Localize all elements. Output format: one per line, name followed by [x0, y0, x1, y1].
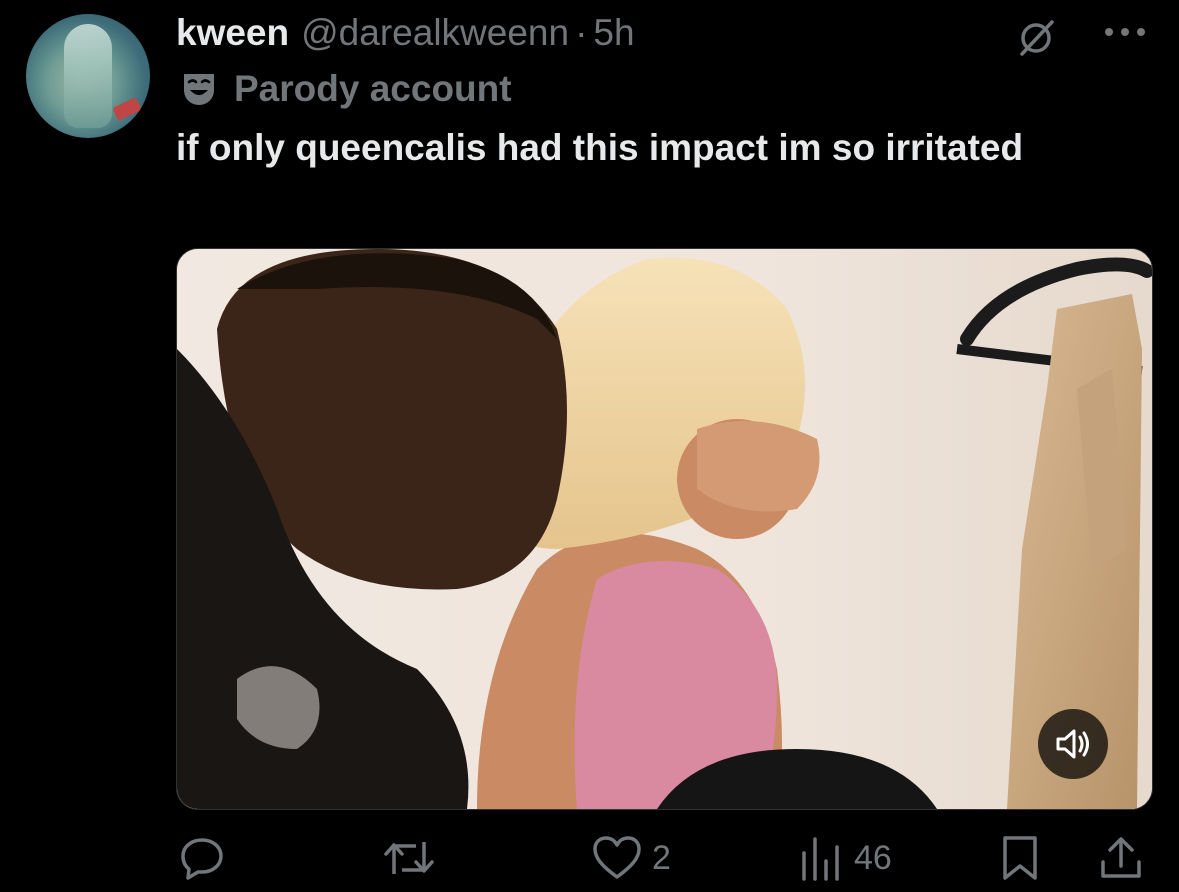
- display-name[interactable]: kween: [176, 12, 289, 54]
- view-count: 46: [854, 838, 892, 877]
- like-button[interactable]: 2: [592, 828, 671, 888]
- tweet-header: kween @darealkweenn · 5h: [176, 12, 635, 54]
- parody-label-row: Parody account: [180, 68, 512, 110]
- avatar[interactable]: [26, 14, 150, 138]
- action-bar: 2 46: [0, 828, 1179, 888]
- share-icon: [1101, 837, 1141, 878]
- analytics-icon: [802, 837, 839, 881]
- reply-icon: [181, 838, 223, 880]
- tweet-text: if only queencalis had this impact im so…: [176, 127, 1024, 168]
- parody-mask-icon: [184, 74, 214, 105]
- avatar-accent: [112, 97, 142, 121]
- parody-label: Parody account: [234, 68, 512, 109]
- separator-dot: ·: [575, 12, 588, 53]
- share-button[interactable]: [1098, 828, 1144, 888]
- repost-icon: [384, 842, 434, 874]
- avatar-figure: [64, 24, 112, 128]
- user-handle[interactable]: @darealkweenn: [301, 12, 569, 54]
- mute-toggle-button[interactable]: [1038, 709, 1108, 779]
- grok-icon[interactable]: [1016, 18, 1056, 58]
- like-count: 2: [652, 838, 671, 877]
- video-frame: [177, 249, 1152, 809]
- reply-button[interactable]: [178, 828, 236, 888]
- heart-icon: [593, 836, 641, 879]
- views-button[interactable]: 46: [798, 828, 892, 888]
- repost-button[interactable]: [382, 828, 446, 888]
- tweet-video[interactable]: [176, 248, 1153, 810]
- bookmark-icon: [1003, 836, 1037, 880]
- post-time[interactable]: 5h: [593, 12, 634, 54]
- speaker-icon: [1056, 729, 1089, 759]
- bookmark-button[interactable]: [1000, 828, 1040, 888]
- more-options-icon[interactable]: [1100, 20, 1150, 44]
